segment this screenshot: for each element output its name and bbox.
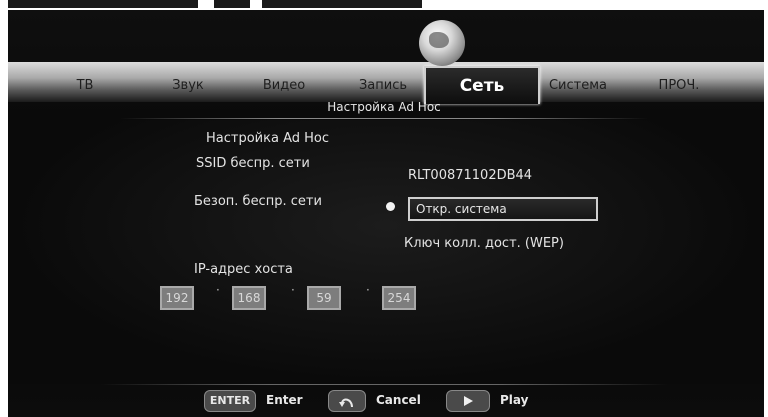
tab-network[interactable]: Сеть bbox=[424, 66, 540, 104]
ip-octet-1[interactable]: 192 bbox=[160, 286, 194, 310]
settings-panel bbox=[8, 120, 764, 384]
ip-octet-2[interactable]: 168 bbox=[232, 286, 266, 310]
ip-label: IP-адрес хоста bbox=[194, 262, 293, 277]
ip-separator: · bbox=[291, 283, 297, 297]
tab-record[interactable]: Запись bbox=[352, 78, 414, 96]
tab-sound[interactable]: Звук bbox=[158, 78, 218, 96]
ip-separator: · bbox=[366, 283, 372, 297]
wep-key-label[interactable]: Ключ колл. дост. (WEP) bbox=[404, 236, 564, 251]
globe-icon bbox=[419, 20, 465, 66]
cancel-label: Cancel bbox=[376, 393, 421, 407]
top-dash bbox=[214, 0, 250, 8]
footer-divider bbox=[100, 384, 668, 385]
top-dash bbox=[262, 0, 422, 8]
adhoc-heading: Настройка Ad Hoc bbox=[206, 131, 329, 146]
ip-octet-4[interactable]: 254 bbox=[382, 286, 416, 310]
play-key[interactable] bbox=[446, 390, 490, 412]
enter-label: Enter bbox=[266, 393, 303, 407]
security-label: Безоп. беспр. сети bbox=[194, 194, 322, 209]
ip-separator: · bbox=[216, 283, 222, 297]
security-select[interactable]: Откр. система bbox=[408, 197, 598, 221]
tab-other[interactable]: ПРОЧ. bbox=[646, 78, 712, 96]
tab-video[interactable]: Видео bbox=[252, 78, 316, 96]
tab-system[interactable]: Система bbox=[540, 78, 616, 96]
tv-menu-screen: ТВ Звук Видео Запись Сеть Система ПРОЧ. … bbox=[0, 0, 768, 417]
selection-dot-icon bbox=[386, 202, 395, 211]
cancel-key[interactable] bbox=[328, 390, 366, 412]
subtitle-divider bbox=[120, 118, 648, 119]
tab-network-label: Сеть bbox=[459, 76, 505, 96]
play-label: Play bbox=[500, 393, 529, 407]
enter-key[interactable]: ENTER bbox=[204, 390, 256, 412]
ssid-value: RLT00871102DB44 bbox=[408, 168, 533, 183]
ip-octet-3[interactable]: 59 bbox=[307, 286, 341, 310]
play-icon bbox=[464, 396, 473, 406]
tab-tv[interactable]: ТВ bbox=[60, 78, 110, 96]
page-subtitle: Настройка Ad Hoc bbox=[327, 100, 441, 114]
top-dash bbox=[8, 0, 198, 8]
return-arrow-icon bbox=[339, 398, 353, 408]
ssid-label: SSID беспр. сети bbox=[196, 156, 310, 171]
